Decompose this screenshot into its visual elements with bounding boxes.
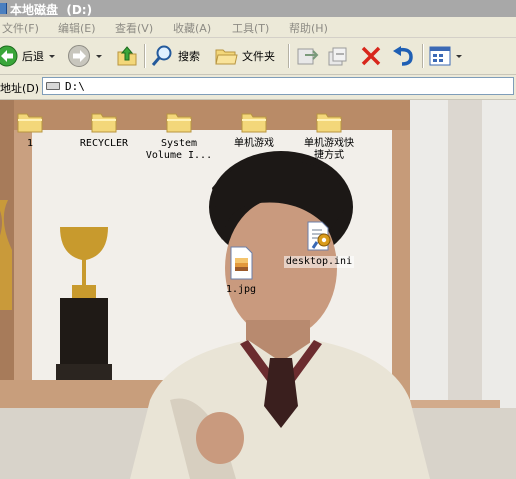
- menu-file[interactable]: 文件(F): [2, 20, 39, 36]
- folder-item[interactable]: 单机游戏: [212, 110, 296, 150]
- menu-tools[interactable]: 工具(T): [232, 20, 269, 36]
- delete-icon: [361, 46, 381, 66]
- file-name: System Volume I...: [145, 138, 213, 161]
- toolbar: 后退 搜索 文件夹: [0, 38, 516, 75]
- folder-icon: [17, 113, 43, 133]
- toolbar-separator: [288, 44, 290, 68]
- image-file-item[interactable]: 1.jpg: [199, 246, 283, 296]
- views-icon: [429, 46, 451, 66]
- settings-file-icon: [307, 221, 331, 251]
- forward-dropdown-icon[interactable]: [96, 54, 102, 58]
- menu-bar: 文件(F) 编辑(E) 查看(V) 收藏(A) 工具(T) 帮助(H): [0, 17, 516, 38]
- file-name: 单机游戏: [234, 138, 274, 149]
- address-bar: 地址(D) D:\: [0, 75, 516, 100]
- folder-item[interactable]: System Volume I...: [137, 110, 221, 162]
- toolbar-separator: [422, 44, 424, 68]
- toolbar-separator: [144, 44, 146, 68]
- file-name: desktop.ini: [283, 256, 355, 268]
- folder-icon: [241, 113, 267, 133]
- back-button[interactable]: 后退: [0, 44, 55, 68]
- drive-icon: [0, 3, 7, 14]
- window-title: 本地磁盘 (D:): [10, 3, 93, 17]
- menu-favorites[interactable]: 收藏(A): [173, 20, 211, 36]
- file-name: RECYCLER: [79, 138, 129, 149]
- back-label: 后退: [22, 50, 44, 63]
- settings-file-item[interactable]: desktop.ini: [277, 220, 361, 268]
- menu-edit[interactable]: 编辑(E): [58, 20, 96, 36]
- folder-item[interactable]: RECYCLER: [62, 110, 146, 150]
- folders-icon: [215, 49, 238, 65]
- up-folder-button[interactable]: [116, 44, 138, 68]
- file-view[interactable]: 1 RECYCLER System Volume I... 单机游戏 单机游戏快…: [0, 100, 516, 479]
- folder-icon: [316, 113, 342, 133]
- menu-help[interactable]: 帮助(H): [289, 20, 328, 36]
- title-bar: 本地磁盘 (D:): [0, 0, 516, 17]
- address-label: 地址(D): [0, 82, 40, 95]
- move-to-button[interactable]: [295, 44, 319, 68]
- folder-icon: [91, 113, 117, 133]
- undo-icon: [393, 46, 413, 66]
- forward-arrow-icon: [68, 45, 90, 67]
- back-dropdown-icon[interactable]: [49, 54, 55, 58]
- image-file-icon: [230, 246, 253, 280]
- views-button[interactable]: [429, 44, 462, 68]
- folders-label: 文件夹: [242, 50, 275, 63]
- copy-to-folder-icon: [328, 47, 347, 66]
- drive-icon: [46, 82, 60, 90]
- back-arrow-icon: [0, 45, 18, 67]
- folders-button[interactable]: 文件夹: [214, 44, 275, 68]
- copy-to-button[interactable]: [326, 44, 350, 68]
- views-dropdown-icon[interactable]: [456, 54, 462, 58]
- up-folder-icon: [117, 46, 137, 66]
- move-to-folder-icon: [297, 48, 319, 65]
- forward-button[interactable]: [67, 44, 102, 68]
- search-label: 搜索: [178, 50, 200, 63]
- menu-view[interactable]: 查看(V): [115, 20, 153, 36]
- search-icon: [151, 45, 172, 66]
- search-button[interactable]: 搜索: [150, 44, 200, 68]
- folder-icon: [166, 113, 192, 133]
- address-input[interactable]: D:\: [42, 77, 514, 95]
- file-name: 1.jpg: [225, 284, 257, 295]
- delete-button[interactable]: [360, 44, 382, 68]
- folder-item[interactable]: 单机游戏快 捷方式: [287, 110, 371, 162]
- undo-button[interactable]: [391, 44, 415, 68]
- file-name: 单机游戏快 捷方式: [304, 138, 354, 161]
- address-path: D:\: [65, 80, 85, 93]
